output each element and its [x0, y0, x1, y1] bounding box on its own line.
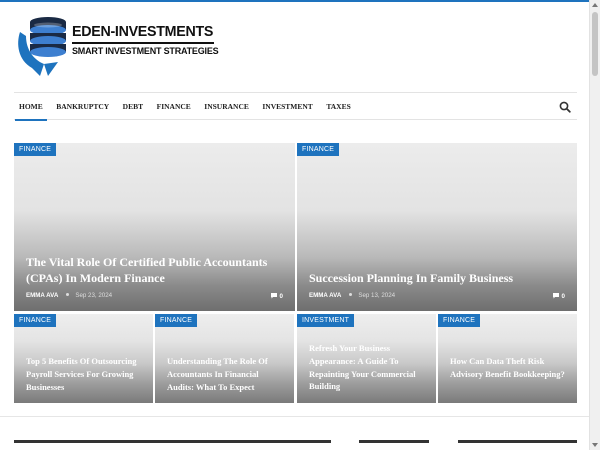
category-badge[interactable]: FINANCE: [14, 314, 57, 327]
post-title[interactable]: Top 5 Benefits Of Outsourcing Payroll Se…: [26, 355, 143, 393]
section-heading-bar: [14, 440, 331, 443]
site-logo[interactable]: EDEN-INVESTMENTS SMART INVESTMENT STRATE…: [14, 14, 219, 80]
scroll-up-icon[interactable]: [592, 3, 598, 7]
logo-database-icon: [18, 17, 66, 76]
category-badge[interactable]: FINANCE: [155, 314, 198, 327]
search-button[interactable]: [559, 100, 571, 113]
category-badge[interactable]: FINANCE: [14, 143, 57, 156]
category-badge[interactable]: INVESTMENT: [297, 314, 355, 327]
section-heading-bar: [359, 440, 429, 443]
search-icon: [559, 101, 571, 113]
category-badge[interactable]: FINANCE: [438, 314, 481, 327]
logo-rule: [72, 42, 214, 44]
nav-item-taxes[interactable]: TAXES: [326, 93, 350, 120]
nav-item-finance[interactable]: FINANCE: [157, 93, 191, 120]
nav-item-insurance[interactable]: INSURANCE: [204, 93, 249, 120]
post-title[interactable]: How Can Data Theft Risk Advisory Benefit…: [450, 355, 567, 381]
featured-post-card[interactable]: FINANCE The Vital Role Of Certified Publ…: [14, 143, 295, 311]
meta-separator: [349, 293, 353, 297]
post-card[interactable]: FINANCE How Can Data Theft Risk Advisory…: [438, 314, 577, 403]
post-author[interactable]: EMMA AVA: [309, 292, 341, 299]
post-date: Sep 23, 2024: [75, 292, 113, 299]
post-title[interactable]: Understanding The Role Of Accountants In…: [167, 355, 284, 393]
section-heading-bar: [458, 440, 577, 443]
post-card[interactable]: INVESTMENT Refresh Your Business Appeara…: [297, 314, 436, 403]
post-date: Sep 13, 2024: [358, 292, 396, 299]
nav-item-home[interactable]: HOME: [15, 93, 47, 121]
logo-subtitle: SMART INVESTMENT STRATEGIES: [72, 46, 219, 56]
post-author[interactable]: EMMA AVA: [26, 292, 58, 299]
post-title[interactable]: The Vital Role Of Certified Public Accou…: [26, 254, 283, 286]
meta-separator: [66, 293, 70, 297]
scrollbar-thumb[interactable]: [592, 12, 598, 76]
post-card[interactable]: FINANCE Top 5 Benefits Of Outsourcing Pa…: [14, 314, 153, 403]
post-meta: EMMA AVA Sep 23, 2024 0: [26, 292, 283, 302]
logo-title: EDEN-INVESTMENTS: [72, 23, 214, 40]
comment-icon: [552, 293, 559, 299]
category-badge[interactable]: FINANCE: [297, 143, 340, 156]
top-accent-bar: [0, 0, 600, 2]
post-card[interactable]: FINANCE Understanding The Role Of Accoun…: [155, 314, 294, 403]
nav-item-investment[interactable]: INVESTMENT: [262, 93, 312, 120]
main-nav: HOME BANKRUPTCY DEBT FINANCE INSURANCE I…: [14, 92, 577, 121]
section-divider: [0, 416, 590, 417]
post-meta: EMMA AVA Sep 13, 2024 0: [309, 292, 565, 302]
featured-post-card[interactable]: FINANCE Succession Planning In Family Bu…: [297, 143, 577, 311]
page-scrollbar[interactable]: [589, 0, 600, 450]
comment-icon: [270, 293, 277, 299]
post-title[interactable]: Succession Planning In Family Business: [309, 270, 565, 286]
nav-item-debt[interactable]: DEBT: [123, 93, 143, 120]
nav-item-bankruptcy[interactable]: BANKRUPTCY: [56, 93, 109, 120]
comment-count[interactable]: 0: [270, 292, 283, 300]
scroll-down-icon[interactable]: [592, 443, 598, 447]
comment-count[interactable]: 0: [552, 292, 565, 300]
post-title[interactable]: Refresh Your Business Appearance: A Guid…: [309, 342, 426, 393]
